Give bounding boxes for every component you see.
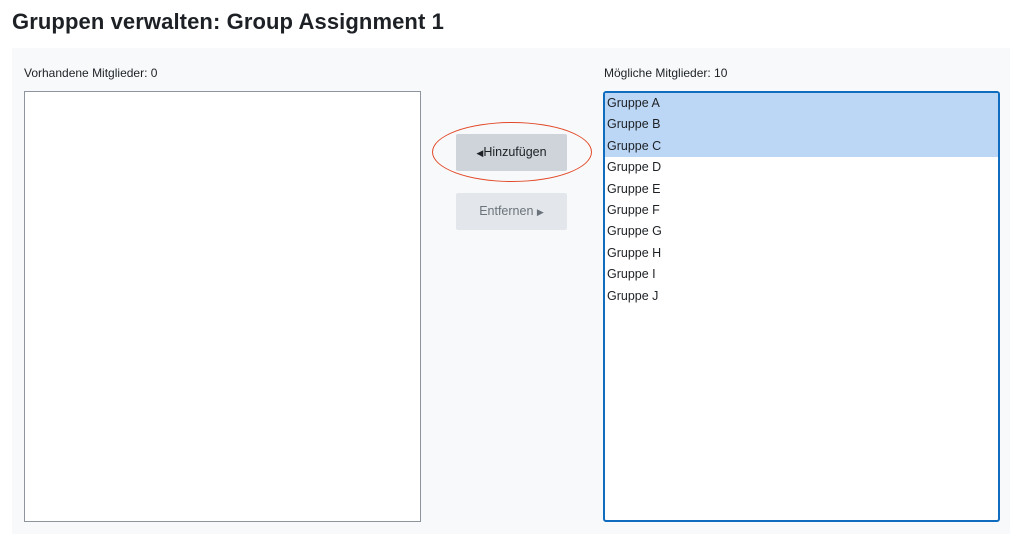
list-item[interactable]: Gruppe B xyxy=(605,114,998,136)
list-item[interactable]: Gruppe H xyxy=(605,243,998,264)
right-arrow-icon: ▶ xyxy=(536,207,544,217)
page-title: Gruppen verwalten: Group Assignment 1 xyxy=(12,9,444,34)
potential-members-label: Mögliche Mitglieder: 10 xyxy=(604,66,728,80)
potential-members-list[interactable]: Gruppe A Gruppe B Gruppe C Gruppe D Grup… xyxy=(603,91,1000,522)
list-item[interactable]: Gruppe A xyxy=(605,93,998,115)
list-item[interactable]: Gruppe J xyxy=(605,286,998,307)
add-button-label: Hinzufügen xyxy=(483,145,547,159)
add-button[interactable]: ◀Hinzufügen xyxy=(456,134,567,171)
remove-button-label: Entfernen xyxy=(479,204,534,218)
existing-members-list[interactable] xyxy=(24,91,421,522)
list-item[interactable]: Gruppe F xyxy=(605,200,998,221)
existing-members-label: Vorhandene Mitglieder: 0 xyxy=(24,66,158,80)
list-item[interactable]: Gruppe I xyxy=(605,264,998,285)
list-item[interactable]: Gruppe E xyxy=(605,179,998,200)
remove-button[interactable]: Entfernen ▶ xyxy=(456,193,567,230)
list-item[interactable]: Gruppe D xyxy=(605,157,998,178)
list-item[interactable]: Gruppe G xyxy=(605,221,998,242)
group-members-panel: Vorhandene Mitglieder: 0 ◀Hinzufügen Ent… xyxy=(12,48,1010,534)
list-item[interactable]: Gruppe C xyxy=(605,135,998,158)
